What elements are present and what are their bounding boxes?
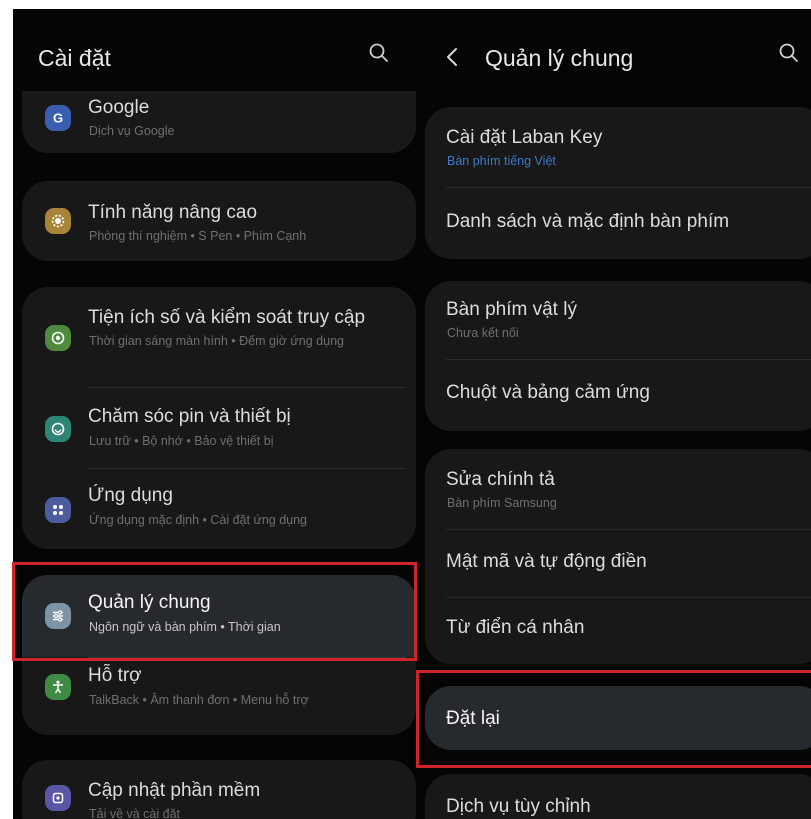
apps-icon: [45, 497, 71, 523]
item-subtitle: Thời gian sáng màn hình • Đếm giờ ứng dụ…: [89, 334, 344, 348]
item-subtitle: Lưu trữ • Bộ nhớ • Bảo vệ thiết bị: [89, 434, 274, 448]
settings-card-update: Cập nhật phần mềm Tải về và cài đặt: [22, 760, 416, 819]
item-title: Hỗ trợ: [88, 665, 142, 686]
settings-item-digital-wellbeing[interactable]: Tiện ích số và kiểm soát truy cập Thời g…: [22, 287, 416, 387]
item-title: Quản lý chung: [88, 592, 211, 613]
item-title: Dịch vụ tùy chỉnh: [446, 796, 591, 817]
item-subtitle: Bàn phím Samsung: [447, 496, 557, 510]
google-icon: G: [45, 105, 71, 131]
item-title: Google: [88, 97, 150, 118]
settings-card-google: G Google Dịch vụ Google: [22, 91, 416, 153]
item-subtitle: Phòng thí nghiệm • S Pen • Phím Cạnh: [89, 229, 307, 243]
back-arrow-icon[interactable]: [445, 45, 459, 69]
software-update-icon: [45, 785, 71, 811]
item-title: Tính năng nâng cao: [88, 202, 258, 223]
menu-item-passwords-autofill[interactable]: Mật mã và tự động điền: [425, 530, 811, 597]
search-icon[interactable]: [777, 41, 801, 65]
item-title: Cài đặt Laban Key: [446, 127, 603, 148]
item-title: Cập nhật phần mềm: [88, 780, 261, 801]
device-care-icon: [45, 416, 71, 442]
item-title: Mật mã và tự động điền: [446, 551, 647, 572]
item-subtitle: Dịch vụ Google: [89, 124, 175, 138]
item-subtitle: Chưa kết nối: [447, 326, 519, 340]
settings-card-general: Quản lý chung Ngôn ngữ và bàn phím • Thờ…: [22, 575, 416, 735]
settings-item-apps[interactable]: Ứng dụng Ứng dụng mặc định • Cài đặt ứng…: [22, 469, 416, 549]
item-title: Ứng dụng: [88, 485, 173, 506]
settings-screen: Cài đặt G Google Dịch vụ Google Tính năn…: [13, 9, 419, 819]
settings-item-general-management[interactable]: Quản lý chung Ngôn ngữ và bàn phím • Thờ…: [22, 575, 416, 657]
page-title: Cài đặt: [38, 45, 111, 71]
menu-item-laban-key[interactable]: Cài đặt Laban Key Bàn phím tiếng Việt: [425, 107, 811, 187]
search-icon[interactable]: [367, 41, 391, 65]
digital-wellbeing-icon: [45, 325, 71, 351]
item-title: Chuột và bảng cảm ứng: [446, 382, 650, 403]
settings-item-advanced-features[interactable]: Tính năng nâng cao Phòng thí nghiệm • S …: [22, 181, 416, 261]
item-title: Bàn phím vật lý: [446, 299, 577, 320]
settings-item-google[interactable]: G Google Dịch vụ Google: [22, 91, 416, 153]
accessibility-icon: [45, 674, 71, 700]
item-subtitle: Tải về và cài đặt: [89, 807, 181, 819]
settings-card-group: Tiện ích số và kiểm soát truy cập Thời g…: [22, 287, 416, 549]
physical-input-card: Bàn phím vật lý Chưa kết nối Chuột và bả…: [425, 281, 811, 431]
item-title: Danh sách và mặc định bàn phím: [446, 211, 730, 232]
settings-card-advanced: Tính năng nâng cao Phòng thí nghiệm • S …: [22, 181, 416, 261]
item-subtitle: Ngôn ngữ và bàn phím • Thời gian: [89, 620, 281, 634]
reset-card: Đặt lại: [425, 686, 811, 750]
menu-item-mouse-trackpad[interactable]: Chuột và bảng cảm ứng: [425, 360, 811, 431]
services-card: Dịch vụ tùy chỉnh: [425, 774, 811, 819]
menu-item-keyboard-list[interactable]: Danh sách và mặc định bàn phím: [425, 188, 811, 259]
svg-text:G: G: [53, 111, 63, 126]
settings-item-software-update[interactable]: Cập nhật phần mềm Tải về và cài đặt: [22, 760, 416, 819]
menu-item-personal-dictionary[interactable]: Từ điển cá nhân: [425, 598, 811, 664]
menu-item-physical-keyboard[interactable]: Bàn phím vật lý Chưa kết nối: [425, 281, 811, 361]
text-input-card: Sửa chính tả Bàn phím Samsung Mật mã và …: [425, 449, 811, 664]
general-management-screen: Quản lý chung Cài đặt Laban Key Bàn phím…: [419, 9, 811, 819]
menu-item-custom-service[interactable]: Dịch vụ tùy chỉnh: [425, 774, 811, 819]
general-management-icon: [45, 603, 71, 629]
advanced-features-icon: [45, 208, 71, 234]
settings-item-device-care[interactable]: Chăm sóc pin và thiết bị Lưu trữ • Bộ nh…: [22, 388, 416, 468]
item-subtitle: TalkBack • Âm thanh đơn • Menu hỗ trợ: [89, 693, 309, 707]
item-title: Đặt lại: [446, 708, 500, 729]
item-title: Chăm sóc pin và thiết bị: [88, 406, 291, 427]
item-subtitle: Bàn phím tiếng Việt: [447, 154, 556, 168]
item-subtitle: Ứng dụng mặc định • Cài đặt ứng dụng: [89, 513, 308, 527]
settings-item-accessibility[interactable]: Hỗ trợ TalkBack • Âm thanh đơn • Menu hỗ…: [22, 658, 416, 735]
page-title: Quản lý chung: [485, 45, 634, 71]
menu-item-reset[interactable]: Đặt lại: [425, 686, 811, 750]
item-title: Sửa chính tả: [446, 469, 555, 490]
item-title: Từ điển cá nhân: [446, 617, 585, 638]
menu-item-spell-check[interactable]: Sửa chính tả Bàn phím Samsung: [425, 449, 811, 529]
item-title: Tiện ích số và kiểm soát truy cập: [88, 307, 366, 328]
keyboard-card: Cài đặt Laban Key Bàn phím tiếng Việt Da…: [425, 107, 811, 259]
